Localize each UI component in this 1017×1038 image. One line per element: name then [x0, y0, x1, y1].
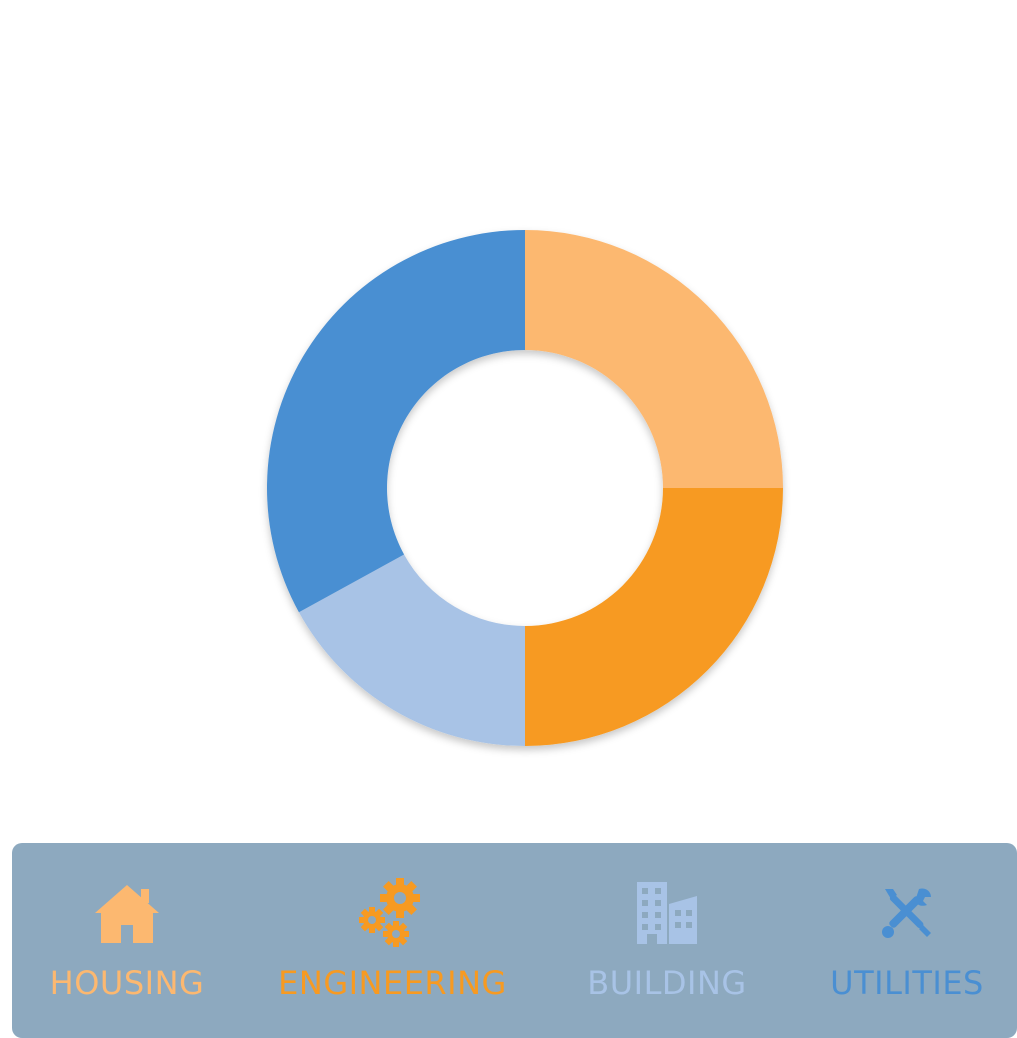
donut-chart-area [0, 0, 1017, 830]
donut-slice-housing[interactable] [525, 230, 783, 488]
house-icon [87, 873, 167, 953]
legend-label-housing: HOUSING [49, 964, 205, 1002]
legend-label-utilities: UTILITIES [830, 964, 984, 1002]
legend-item-engineering[interactable]: ENGINEERING [270, 843, 515, 1038]
donut-slice-engineering[interactable] [525, 488, 783, 746]
buildings-icon [627, 873, 707, 953]
donut-chart [267, 230, 783, 746]
legend-bar: HOUSING ENGINEERING BUILDING UTILITIES [12, 843, 1017, 1038]
legend-label-building: BUILDING [587, 964, 747, 1002]
legend-label-engineering: ENGINEERING [278, 964, 507, 1002]
tools-icon [867, 873, 947, 953]
legend-item-housing[interactable]: HOUSING [42, 843, 212, 1038]
gears-icon [353, 873, 433, 953]
legend-item-utilities[interactable]: UTILITIES [817, 843, 997, 1038]
legend-item-building[interactable]: BUILDING [577, 843, 757, 1038]
donut-slice-utilities[interactable] [267, 230, 525, 613]
